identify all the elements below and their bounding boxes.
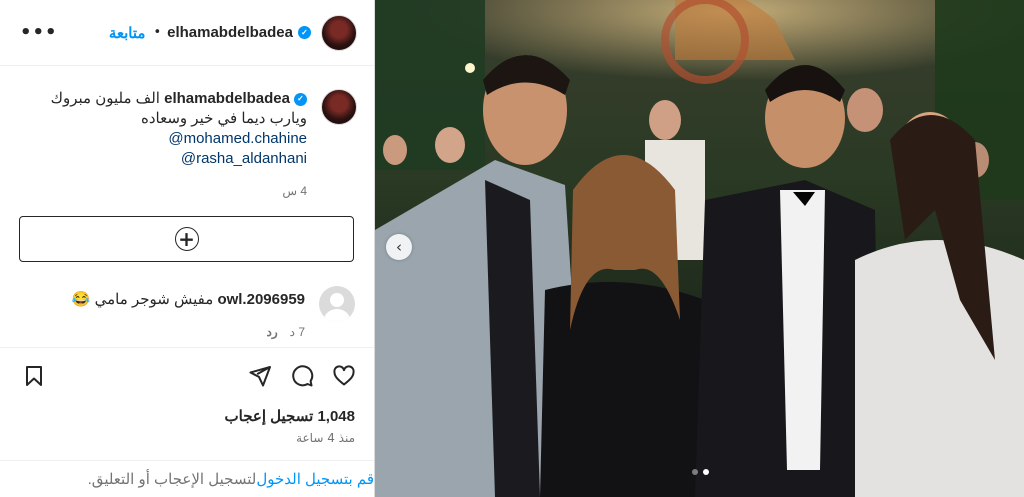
reply-button[interactable]: رد (266, 322, 277, 342)
carousel-dot (692, 469, 698, 475)
author-username-text[interactable]: elhamabdelbadea (167, 24, 293, 41)
send-icon (249, 365, 271, 386)
wedding-photo (375, 0, 1024, 497)
comment-text: مفيش شوجر مامي 😂 (71, 291, 214, 308)
carousel-prev-button[interactable]: ‹ (386, 234, 412, 260)
caption-username-text[interactable]: elhamabdelbadea (164, 89, 290, 109)
header-separator: • (153, 25, 162, 40)
author-avatar[interactable] (321, 14, 357, 51)
post-header: elhamabdelbadea ✓ • متابعة ••• (0, 0, 374, 66)
more-options-icon[interactable]: ••• (20, 22, 58, 43)
caption-time: 4 س (282, 184, 307, 198)
caption-author-avatar[interactable] (321, 89, 357, 125)
login-link[interactable]: قم بتسجيل الدخول (256, 470, 374, 488)
heart-icon (333, 364, 355, 385)
share-button[interactable] (247, 363, 273, 389)
commenter-username[interactable]: owl.2096959 (217, 291, 305, 308)
comment-icon (292, 364, 314, 386)
verified-badge-icon: ✓ (294, 92, 307, 106)
comment-body: owl.2096959 مفيش شوجر مامي 😂 7 د رد (72, 286, 305, 342)
commenter-avatar[interactable] (319, 286, 355, 322)
author-username[interactable]: elhamabdelbadea ✓ (167, 24, 311, 41)
bookmark-icon (26, 365, 42, 386)
plus-circle-icon: + (174, 227, 199, 251)
carousel-dot-active (703, 469, 709, 475)
comment-item: owl.2096959 مفيش شوجر مامي 😂 7 د رد (0, 262, 374, 342)
comment-meta: 7 د رد (72, 322, 305, 342)
comment-button[interactable] (289, 363, 315, 389)
post-photo: ‹ (375, 0, 1024, 497)
action-bar (0, 347, 374, 403)
caption: elhamabdelbadea ✓ الف مليون مبروك ويارب … (0, 66, 374, 201)
mention-link[interactable]: @mohamed.chahine (51, 129, 307, 149)
login-prompt-text: لتسجيل الإعجاب أو التعليق. (87, 471, 257, 488)
likes-count[interactable]: 1,048 تسجيل إعجاب (225, 407, 356, 425)
caption-text-line1: الف مليون مبروك (50, 90, 160, 107)
save-button[interactable] (21, 363, 47, 389)
verified-badge-icon: ✓ (298, 26, 311, 39)
like-button[interactable] (331, 363, 357, 389)
follow-button[interactable]: متابعة (109, 24, 146, 42)
load-more-comments-button[interactable]: + (19, 216, 354, 262)
caption-text-line2: ويارب ديما في خير وسعاده (140, 110, 307, 127)
mention-link[interactable]: @rasha_aldanhani (51, 149, 307, 169)
login-prompt: قم بتسجيل الدخول لتسجيل الإعجاب أو التعل… (0, 460, 374, 497)
post-panel: elhamabdelbadea ✓ • متابعة ••• elhamabde… (0, 0, 375, 497)
comment-time: 7 د (289, 325, 305, 339)
post-timestamp[interactable]: منذ 4 ساعة (296, 431, 355, 445)
caption-username[interactable]: elhamabdelbadea ✓ (164, 89, 307, 109)
caption-body: elhamabdelbadea ✓ الف مليون مبروك ويارب … (51, 89, 307, 201)
carousel-indicator (692, 469, 709, 475)
